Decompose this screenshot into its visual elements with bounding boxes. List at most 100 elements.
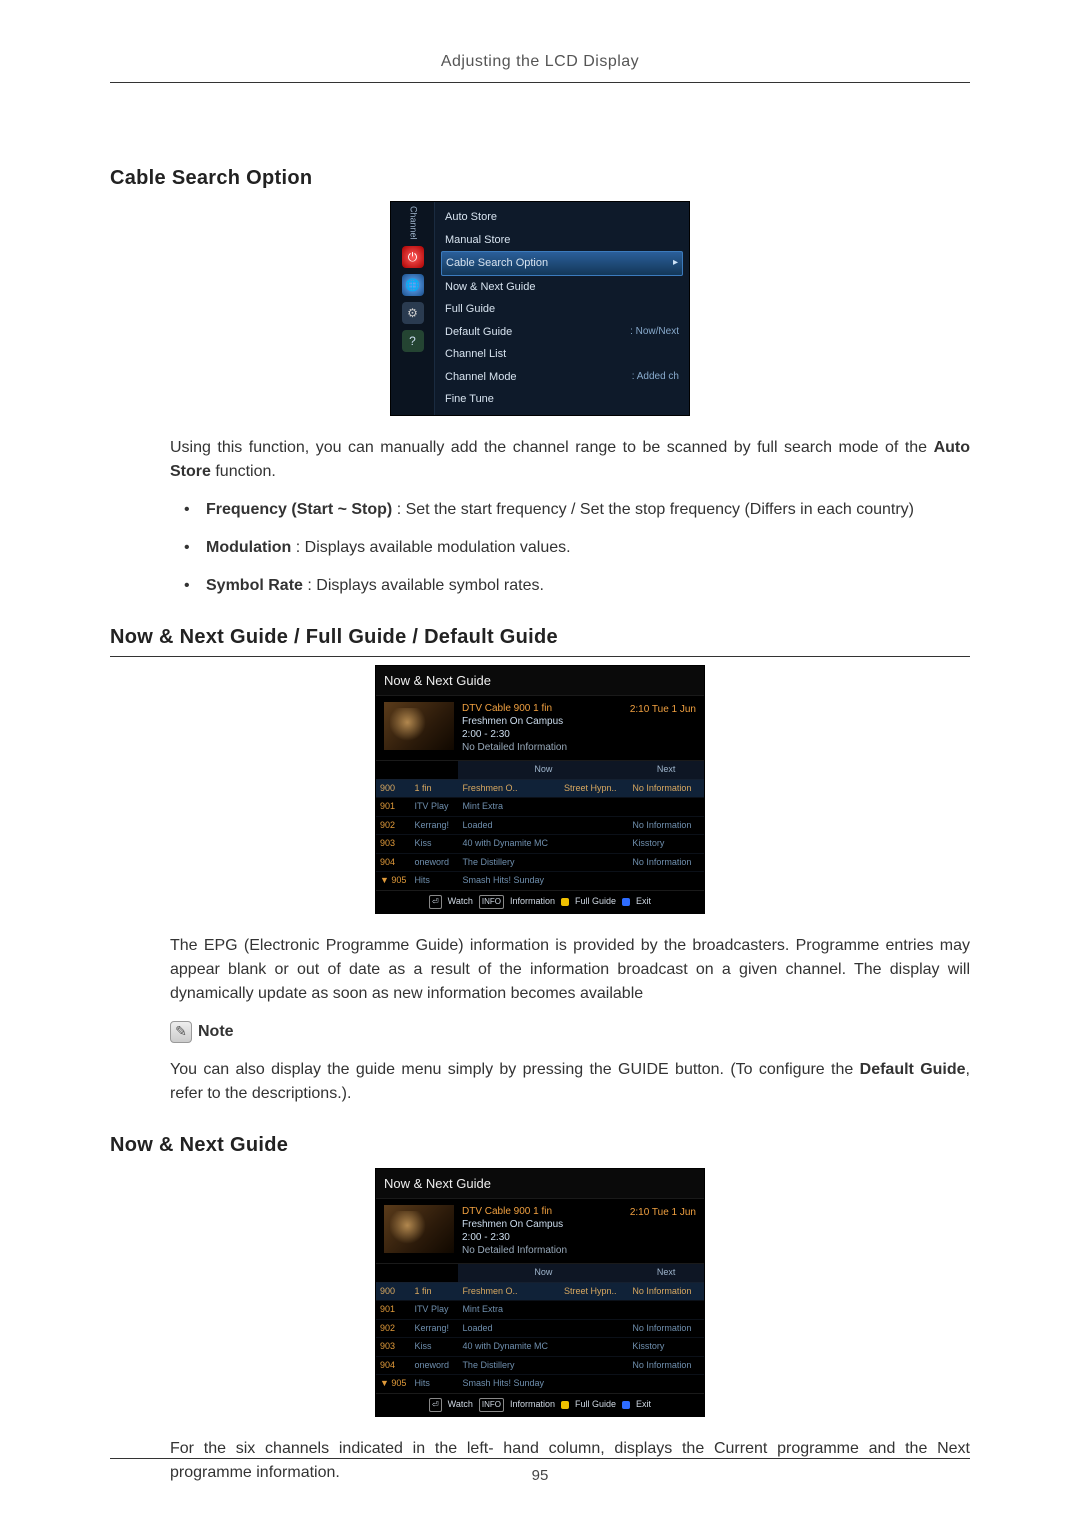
row-num: 901 [376, 798, 410, 817]
foot-watch: Watch [448, 895, 473, 909]
row-num: 904 [376, 853, 410, 872]
guide-detail: No Detailed Information [462, 1244, 622, 1257]
osd-now-next-guide-2: Now & Next Guide DTV Cable 900 1 fin Fre… [375, 1168, 705, 1417]
bullet-frequency: Frequency (Start ~ Stop) : Set the start… [184, 498, 970, 522]
blue-dot-icon [622, 898, 630, 906]
row-now2 [560, 798, 628, 817]
row-name: Hits [410, 1375, 458, 1393]
note-label: Note [198, 1020, 234, 1044]
menu-label: Full Guide [445, 301, 495, 318]
yellow-dot-icon [561, 1401, 569, 1409]
osd-item-fine-tune: Fine Tune [441, 388, 683, 411]
guide-date: 2:10 Tue 1 Jun [630, 702, 696, 717]
heading-cable-search: Cable Search Option [110, 163, 970, 193]
menu-label: Channel Mode [445, 369, 517, 386]
foot-full: Full Guide [575, 895, 616, 909]
guide-program: Freshmen On Campus [462, 1218, 622, 1231]
row-next: Kisstory [628, 835, 704, 854]
row-next [628, 1301, 704, 1320]
row-now: 40 with Dynamite MC [458, 835, 560, 854]
menu-label: Default Guide [445, 324, 512, 341]
row-next: No Information [628, 1356, 704, 1375]
guide-para2: You can also display the guide menu simp… [170, 1058, 970, 1106]
osd-item-manual-store: Manual Store [441, 229, 683, 252]
row-name: 1 fin [410, 1282, 458, 1301]
heading-guides: Now & Next Guide / Full Guide / Default … [110, 622, 970, 657]
guide-row: 903Kiss40 with Dynamite MCKisstory [376, 835, 704, 854]
guide-row: 904onewordThe DistilleryNo Information [376, 853, 704, 872]
row-now2: Street Hypn.. [560, 779, 628, 798]
guide-rows: 9001 finFreshmen O..Street Hypn..No Info… [376, 779, 704, 890]
foot-info: Information [510, 895, 555, 909]
row-next: Kisstory [628, 1338, 704, 1357]
row-name: Kerrang! [410, 816, 458, 835]
osd-item-now-next: Now & Next Guide [441, 276, 683, 299]
guide-channel: DTV Cable 900 1 fin [462, 1205, 622, 1218]
row-num: 902 [376, 1319, 410, 1338]
guide-thumbnail [384, 702, 454, 750]
col-now: Now [458, 761, 628, 779]
osd-item-default-guide: Default Guide : Now/Next [441, 321, 683, 344]
row-now2 [560, 816, 628, 835]
row-num: 902 [376, 816, 410, 835]
heading-now-next: Now & Next Guide [110, 1130, 970, 1160]
guide-title: Now & Next Guide [376, 666, 704, 696]
guide-table: Now Next 9001 finFreshmen O..Street Hypn… [376, 761, 704, 890]
row-now2 [560, 1375, 628, 1393]
col-next: Next [628, 1264, 704, 1282]
row-name: 1 fin [410, 779, 458, 798]
guide-row: 901ITV PlayMint Extra [376, 798, 704, 817]
guide-row: 901ITV PlayMint Extra [376, 1301, 704, 1320]
row-next [628, 872, 704, 890]
menu-value: : Now/Next [630, 324, 679, 341]
foot-watch: Watch [448, 1398, 473, 1412]
menu-label: Channel List [445, 346, 506, 363]
guide-row: 9001 finFreshmen O..Street Hypn..No Info… [376, 1282, 704, 1301]
yellow-dot-icon [561, 898, 569, 906]
row-num: 904 [376, 1356, 410, 1375]
row-now2 [560, 872, 628, 890]
col-now: Now [458, 1264, 628, 1282]
running-header: Adjusting the LCD Display [110, 50, 970, 83]
osd-item-cable-search: Cable Search Option [441, 251, 683, 276]
cable-intro: Using this function, you can manually ad… [170, 436, 970, 484]
row-num: 900 [376, 779, 410, 798]
guide-title: Now & Next Guide [376, 1169, 704, 1199]
row-now2 [560, 1319, 628, 1338]
row-num: 900 [376, 1282, 410, 1301]
guide-channel: DTV Cable 900 1 fin [462, 702, 622, 715]
row-next: No Information [628, 1282, 704, 1301]
row-now: Smash Hits! Sunday [458, 872, 560, 890]
bullet-label: Frequency (Start ~ Stop) [206, 501, 392, 518]
osd-now-next-guide-1: Now & Next Guide DTV Cable 900 1 fin Fre… [375, 665, 705, 914]
guide-time: 2:00 - 2:30 [462, 728, 622, 741]
note-icon: ✎ [170, 1021, 192, 1043]
menu-label: Cable Search Option [446, 255, 548, 272]
foot-full: Full Guide [575, 1398, 616, 1412]
enter-chip-icon: ⏎ [429, 895, 442, 909]
menu-label: Auto Store [445, 209, 497, 226]
row-now: 40 with Dynamite MC [458, 1338, 560, 1357]
guide-detail: No Detailed Information [462, 741, 622, 754]
osd-item-full-guide: Full Guide [441, 298, 683, 321]
bullet-label: Symbol Rate [206, 577, 303, 594]
page-number: 95 [532, 1467, 549, 1484]
row-name: Kiss [410, 835, 458, 854]
bullet-text: : Displays available modulation values. [291, 539, 570, 556]
row-now2 [560, 1356, 628, 1375]
guide-footer: ⏎ Watch INFO Information Full Guide Exit [376, 890, 704, 913]
bullet-text: : Set the start frequency / Set the stop… [392, 501, 914, 518]
guide-thumbnail [384, 1205, 454, 1253]
gear-icon: ⚙ [402, 302, 424, 324]
row-name: Kerrang! [410, 1319, 458, 1338]
row-now: Mint Extra [458, 798, 560, 817]
blue-dot-icon [622, 1401, 630, 1409]
osd-item-channel-mode: Channel Mode : Added ch [441, 366, 683, 389]
row-now: Loaded [458, 1319, 560, 1338]
guide-table: Now Next 9001 finFreshmen O..Street Hypn… [376, 1264, 704, 1393]
info-chip-icon: INFO [479, 895, 504, 909]
guide-row: ▼ 905HitsSmash Hits! Sunday [376, 1375, 704, 1393]
menu-label: Fine Tune [445, 391, 494, 408]
text: Using this function, you can manually ad… [170, 439, 934, 456]
row-next [628, 1375, 704, 1393]
